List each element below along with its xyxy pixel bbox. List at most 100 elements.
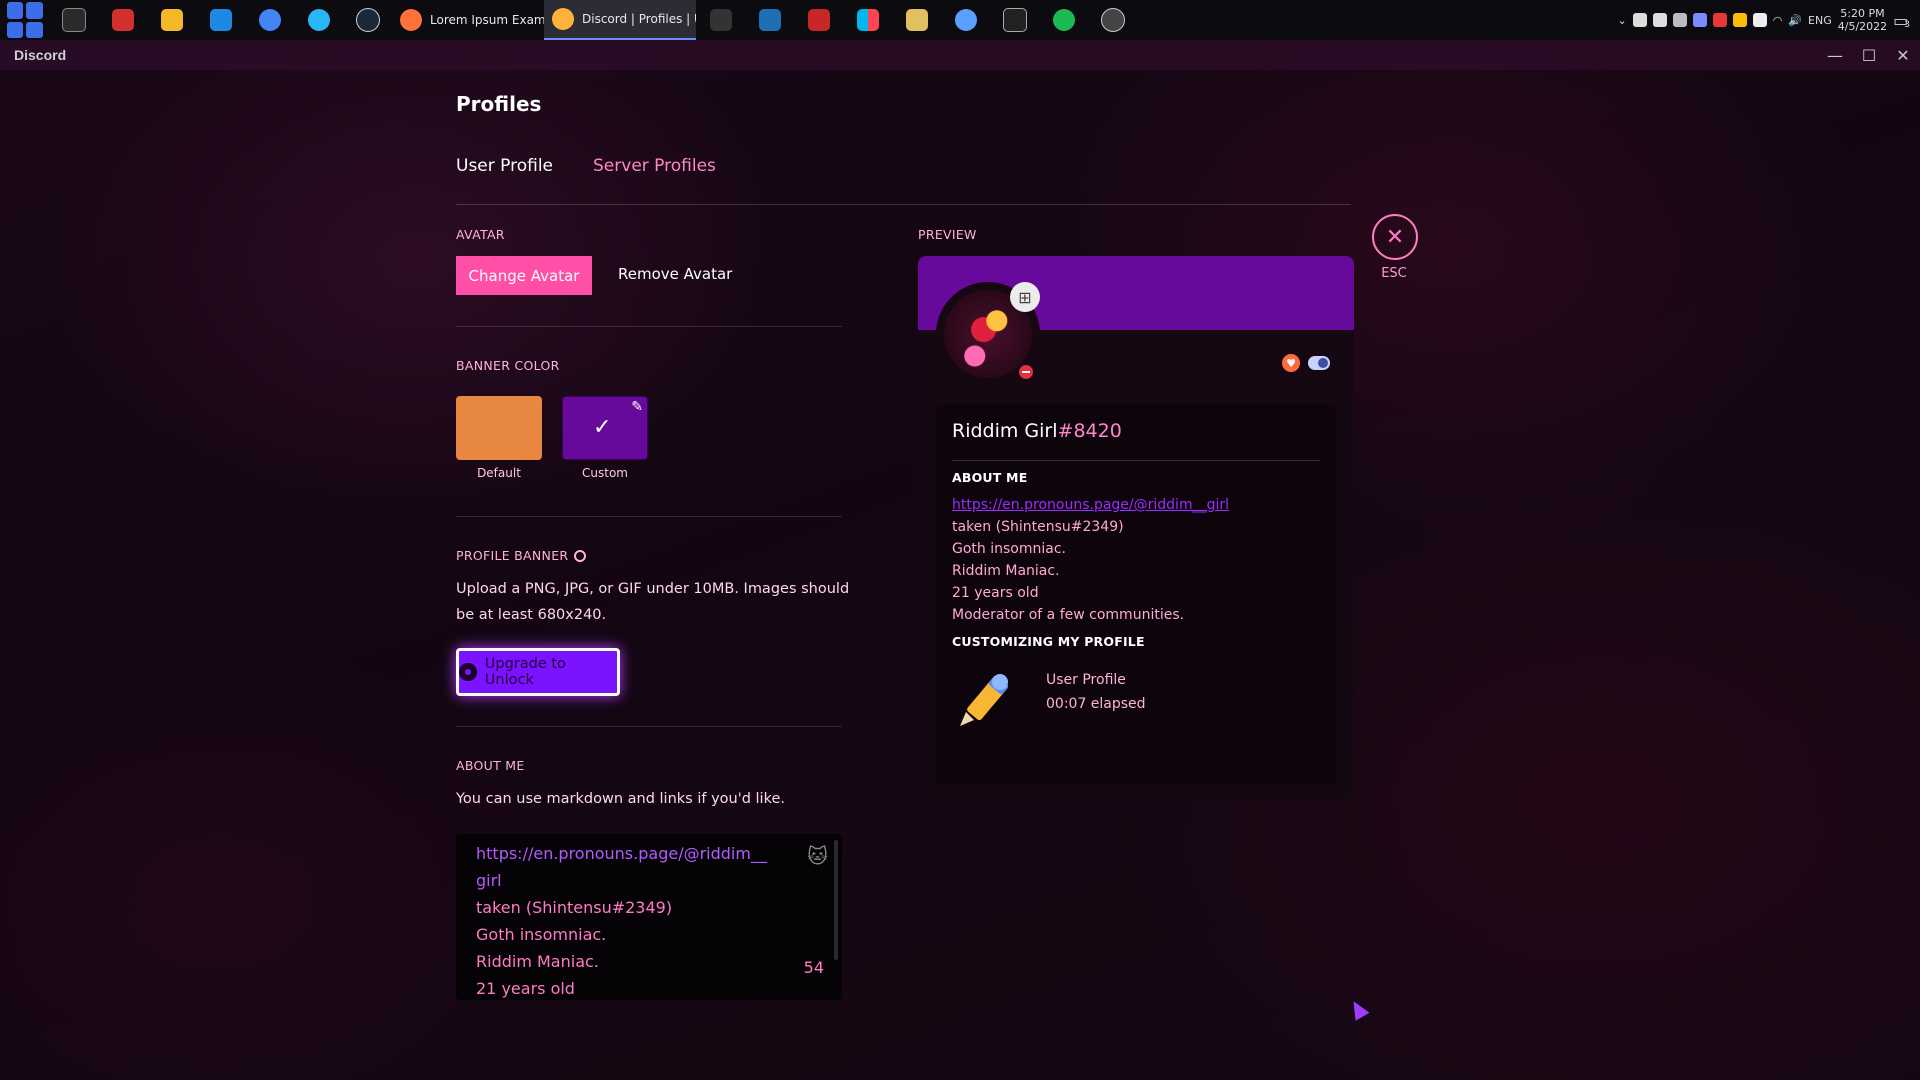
upgrade-label: Upgrade to Unlock	[484, 656, 566, 688]
discord-tray-icon[interactable]	[1632, 13, 1647, 27]
preview-about-line: Riddim Maniac.	[952, 563, 1060, 579]
taskbar-tab-firefox[interactable]: Lorem Ipsum Example...	[392, 0, 544, 40]
window-titlebar: Discord — ☐ ✕	[0, 40, 1920, 70]
banner-color-custom-swatch[interactable]: ✓ ✎	[562, 396, 648, 460]
activity-title: User Profile	[1046, 672, 1126, 688]
taskbar: Lorem Ipsum Example... Discord | Profile…	[0, 0, 1920, 40]
pen-icon	[905, 9, 928, 31]
change-avatar-button[interactable]: Change Avatar	[456, 256, 592, 295]
textarea-scrollbar[interactable]	[834, 840, 838, 960]
checkmark-icon: ✓	[593, 415, 612, 440]
taskbar-tab-label: Discord | Profiles | U...	[582, 12, 696, 26]
app-title: Discord	[14, 47, 67, 63]
maximize-button[interactable]: ☐	[1852, 46, 1886, 65]
taskbar-app-cyan[interactable]	[294, 0, 343, 40]
about-me-hint: You can use markdown and links if you'd …	[456, 791, 785, 807]
steam-tray-icon[interactable]	[1672, 13, 1687, 27]
preview-body: Riddim Girl#8420 ABOUT ME https://en.pro…	[936, 404, 1336, 784]
taskbar-app-switch[interactable]	[843, 0, 892, 40]
username: Riddim Girl	[952, 420, 1058, 442]
emoji-picker-icon[interactable]: 🐱	[807, 844, 828, 868]
taskbar-app-x[interactable]	[794, 0, 843, 40]
taskbar-app-cloud[interactable]	[941, 0, 990, 40]
eyedropper-icon[interactable]: ✎	[631, 399, 643, 415]
nitro-icon	[459, 663, 477, 681]
remove-avatar-button[interactable]: Remove Avatar	[618, 265, 732, 283]
close-window-button[interactable]: ✕	[1886, 46, 1920, 65]
wifi-icon[interactable]: ◠	[1773, 14, 1783, 27]
section-divider	[456, 726, 842, 727]
language-indicator[interactable]: ENG	[1808, 14, 1832, 27]
chrome-tray-icon[interactable]	[1732, 13, 1747, 27]
obs-icon	[1100, 8, 1125, 32]
tray-app-icon[interactable]	[1652, 13, 1667, 27]
profile-tabs: User Profile Server Profiles	[456, 156, 716, 176]
tab-user-profile[interactable]: User Profile	[456, 156, 553, 176]
app-icon	[807, 9, 830, 31]
close-settings-button[interactable]: ✕	[1372, 214, 1418, 260]
taskbar-app-pen[interactable]	[892, 0, 941, 40]
discord-icon	[552, 8, 574, 30]
steam-icon	[355, 8, 380, 32]
tab-server-profiles[interactable]: Server Profiles	[593, 156, 716, 176]
about-me-text[interactable]: https://en.pronouns.page/@riddim__girl t…	[476, 840, 776, 1000]
settings-page: Profiles User Profile Server Profiles AV…	[0, 70, 1920, 1080]
taskbar-terminal[interactable]	[49, 0, 98, 40]
tabs-divider	[456, 204, 1351, 205]
tray-app-icon[interactable]	[1692, 13, 1707, 27]
nitro-icon	[574, 549, 587, 562]
taskbar-chrome[interactable]	[245, 0, 294, 40]
add-image-icon[interactable]: ⊞	[1010, 282, 1040, 312]
app-icon	[1002, 8, 1027, 32]
clock[interactable]: 5:20 PM 4/5/2022	[1838, 7, 1887, 33]
profile-preview-card: ⊞ ♥ Riddim Girl#8420 ABOUT ME https://en…	[918, 256, 1354, 800]
hypesquad-badge-icon[interactable]: ♥	[1282, 354, 1300, 372]
banner-color-default-swatch[interactable]	[456, 396, 542, 460]
taskbar-app-blue[interactable]	[196, 0, 245, 40]
section-divider	[456, 516, 842, 517]
preview-about-link[interactable]: https://en.pronouns.page/@riddim__girl	[952, 494, 1322, 516]
taskbar-obs[interactable]	[1088, 0, 1137, 40]
about-line: Riddim Maniac.	[476, 952, 599, 971]
app-icon	[307, 9, 330, 31]
app-icon	[209, 9, 232, 31]
about-line: Goth insomniac.	[476, 925, 607, 944]
volume-icon[interactable]: 🔊	[1788, 14, 1802, 27]
taskbar-steam[interactable]	[343, 0, 392, 40]
preview-label: PREVIEW	[918, 227, 977, 242]
switch-icon	[856, 9, 879, 31]
taskbar-app-dark[interactable]	[696, 0, 745, 40]
taskbar-app-red[interactable]	[98, 0, 147, 40]
dolphin-icon	[758, 9, 781, 31]
notification-count: 3	[1904, 20, 1910, 30]
status-indicator	[1016, 362, 1036, 382]
profile-banner-label: PROFILE BANNER	[456, 548, 587, 563]
character-counter: 54	[803, 958, 824, 977]
battery-icon[interactable]	[1752, 13, 1767, 27]
taskbar-tab-discord[interactable]: Discord | Profiles | U...	[544, 0, 696, 40]
upgrade-to-unlock-button[interactable]: Upgrade to Unlock	[456, 648, 620, 696]
taskbar-explorer[interactable]	[147, 0, 196, 40]
dnd-status-icon	[1019, 365, 1033, 379]
preview-about-text: https://en.pronouns.page/@riddim__girl t…	[952, 494, 1322, 626]
nitro-badge-icon[interactable]	[1308, 356, 1330, 370]
start-button[interactable]	[0, 0, 49, 40]
tray-app-icon[interactable]	[1712, 13, 1727, 27]
chevron-up-icon[interactable]: ⌄	[1618, 14, 1627, 27]
browser-icon	[258, 9, 281, 31]
page-title: Profiles	[456, 92, 542, 116]
taskbar-tab-label: Lorem Ipsum Example...	[430, 13, 544, 27]
taskbar-app-dolphin[interactable]	[745, 0, 794, 40]
system-tray: ⌄ ◠ 🔊 ENG 5:20 PM 4/5/2022 ▭ 3	[1618, 0, 1920, 40]
about-me-textarea[interactable]: https://en.pronouns.page/@riddim__girl t…	[456, 834, 842, 1000]
about-me-label: ABOUT ME	[456, 758, 525, 773]
profile-banner-label-text: PROFILE BANNER	[456, 548, 569, 563]
clock-time: 5:20 PM	[1840, 7, 1885, 20]
taskbar-spotify[interactable]	[1039, 0, 1088, 40]
minimize-button[interactable]: —	[1818, 46, 1852, 65]
preview-divider	[952, 460, 1320, 461]
swatch-caption-custom: Custom	[582, 466, 628, 480]
preview-about-label: ABOUT ME	[952, 470, 1028, 485]
firefox-icon	[400, 9, 422, 31]
taskbar-app-box[interactable]	[990, 0, 1039, 40]
